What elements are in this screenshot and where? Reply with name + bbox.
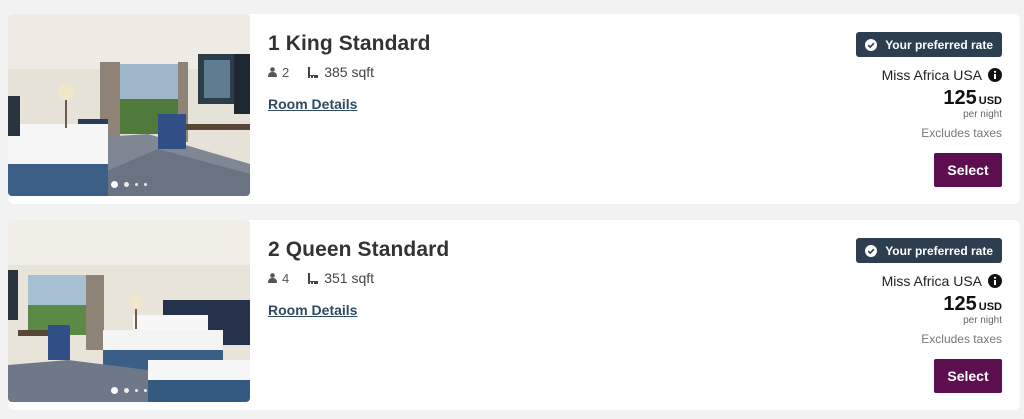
price-amount: 125: [943, 87, 977, 109]
price: 125 USD: [802, 294, 1002, 314]
room-title: 1 King Standard: [268, 32, 431, 55]
room-meta: 2 385 sqft: [268, 64, 431, 80]
room-details-link[interactable]: Room Details: [268, 302, 357, 318]
room-card-king: 1 King Standard 2 385 sqft Room Details …: [8, 14, 1020, 204]
preferred-rate-badge: Your preferred rate: [856, 238, 1002, 263]
carousel-dot[interactable]: [124, 182, 129, 187]
room-area-icon: [308, 66, 319, 78]
rate-panel: Your preferred rate Miss Africa USA 125 U…: [802, 32, 1002, 187]
check-circle-icon: [865, 244, 878, 257]
price: 125 USD: [802, 88, 1002, 108]
room-photo-king: [8, 14, 250, 196]
badge-label: Your preferred rate: [885, 243, 993, 258]
price-amount: 125: [943, 293, 977, 315]
rate-name-label: Miss Africa USA: [881, 67, 982, 83]
room-photo-queen: [8, 220, 250, 402]
room-card-queen: 2 Queen Standard 4 351 sqft Room Details…: [8, 220, 1020, 410]
occupancy-count: 2: [282, 64, 290, 80]
taxes-note: Excludes taxes: [921, 332, 1002, 346]
room-photo-carousel[interactable]: [8, 14, 250, 196]
rate-name-label: Miss Africa USA: [881, 273, 982, 289]
rate-name: Miss Africa USA: [802, 67, 1002, 83]
carousel-dots: [8, 387, 250, 394]
info-icon[interactable]: [988, 274, 1002, 288]
person-icon: [268, 273, 277, 283]
per-night-label: per night: [963, 315, 1002, 326]
carousel-dot[interactable]: [111, 387, 118, 394]
select-button[interactable]: Select: [934, 153, 1002, 187]
room-area: 351 sqft: [324, 270, 375, 286]
room-meta: 4 351 sqft: [268, 270, 449, 286]
room-info: 1 King Standard 2 385 sqft Room Details: [268, 32, 431, 114]
carousel-dot[interactable]: [144, 183, 147, 186]
rate-name: Miss Africa USA: [802, 273, 1002, 289]
occupancy-count: 4: [282, 270, 290, 286]
info-icon[interactable]: [988, 68, 1002, 82]
check-circle-icon: [865, 38, 878, 51]
room-area-icon: [308, 272, 319, 284]
person-icon: [268, 67, 277, 77]
rate-panel: Your preferred rate Miss Africa USA 125 U…: [802, 238, 1002, 393]
room-details-link[interactable]: Room Details: [268, 96, 357, 112]
carousel-dot[interactable]: [135, 183, 138, 186]
carousel-dots: [8, 181, 250, 188]
per-night-label: per night: [963, 109, 1002, 120]
carousel-dot[interactable]: [135, 389, 138, 392]
carousel-dot[interactable]: [144, 389, 147, 392]
preferred-rate-badge: Your preferred rate: [856, 32, 1002, 57]
carousel-dot[interactable]: [124, 388, 129, 393]
room-title: 2 Queen Standard: [268, 238, 450, 261]
select-button[interactable]: Select: [934, 359, 1002, 393]
room-info: 2 Queen Standard 4 351 sqft Room Details: [268, 238, 449, 320]
badge-label: Your preferred rate: [885, 37, 993, 52]
taxes-note: Excludes taxes: [921, 126, 1002, 140]
room-area: 385 sqft: [324, 64, 375, 80]
price-currency: USD: [978, 95, 1002, 107]
carousel-dot[interactable]: [111, 181, 118, 188]
price-currency: USD: [978, 301, 1002, 313]
room-photo-carousel[interactable]: [8, 220, 250, 402]
